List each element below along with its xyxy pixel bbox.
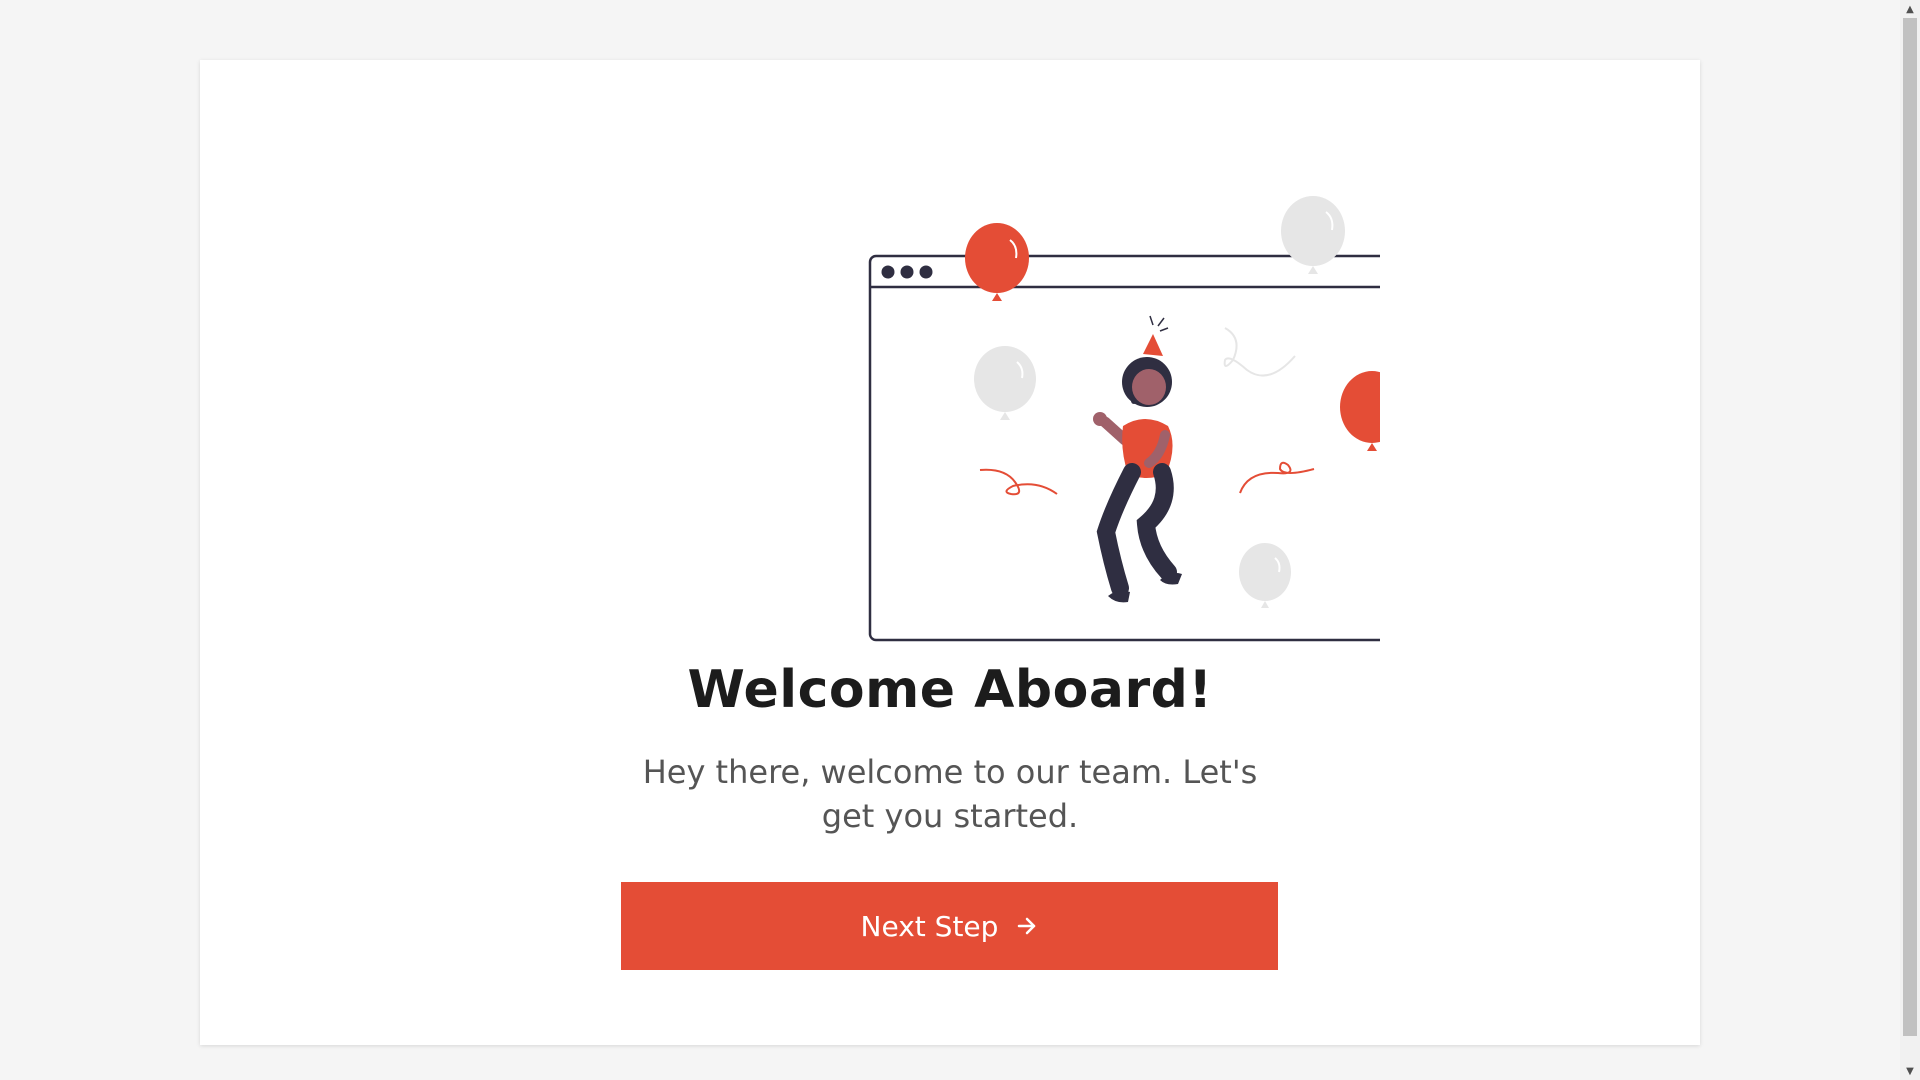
scroll-down-icon[interactable]: ▼ bbox=[1900, 1062, 1920, 1080]
vertical-scrollbar[interactable]: ▲ ▼ bbox=[1900, 0, 1920, 1080]
next-step-button[interactable]: Next Step bbox=[621, 882, 1278, 970]
scrollbar-thumb[interactable] bbox=[1903, 18, 1917, 1036]
next-step-label: Next Step bbox=[860, 909, 999, 943]
scroll-up-icon[interactable]: ▲ bbox=[1900, 0, 1920, 18]
arrow-right-icon bbox=[1016, 915, 1038, 937]
welcome-card: Welcome Aboard! Hey there, welcome to ou… bbox=[200, 60, 1700, 1045]
page-title: Welcome Aboard! bbox=[687, 660, 1213, 720]
welcome-message: Hey there, welcome to our team. Let's ge… bbox=[642, 753, 1258, 835]
page: Welcome Aboard! Hey there, welcome to ou… bbox=[0, 0, 1920, 1080]
celebration-illustration bbox=[868, 196, 1380, 642]
